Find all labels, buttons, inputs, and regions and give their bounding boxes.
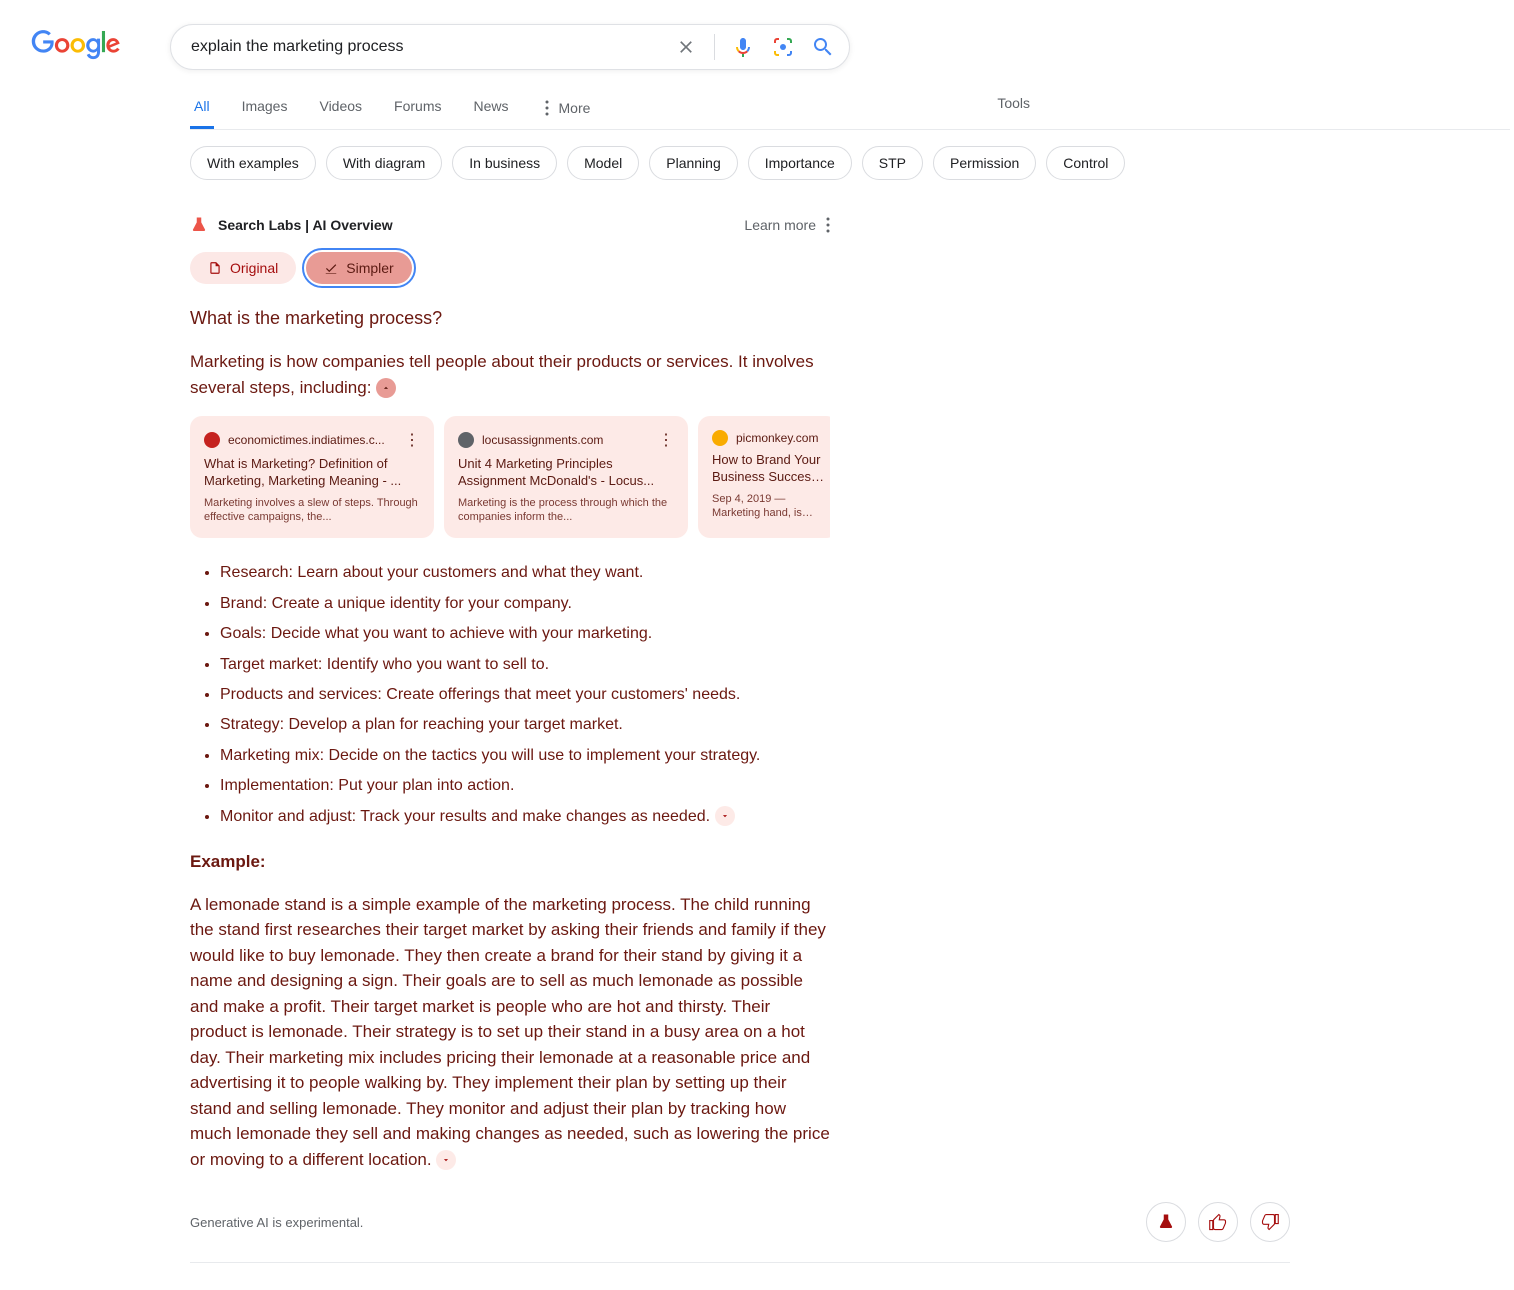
favicon-icon xyxy=(712,430,728,446)
tab-news[interactable]: News xyxy=(470,88,513,129)
filter-chips: With examples With diagram In business M… xyxy=(190,146,1514,180)
image-search-icon[interactable] xyxy=(771,35,795,59)
source-domain: picmonkey.com xyxy=(736,431,824,445)
chip[interactable]: Planning xyxy=(649,146,738,180)
favicon-icon xyxy=(204,432,220,448)
chip[interactable]: Control xyxy=(1046,146,1125,180)
chevron-down-icon[interactable] xyxy=(436,1150,456,1170)
example-heading: Example: xyxy=(190,852,830,872)
favicon-icon xyxy=(458,432,474,448)
thumbs-down-button[interactable] xyxy=(1250,1202,1290,1242)
list-item: Marketing mix: Decide on the tactics you… xyxy=(220,741,830,771)
tab-more[interactable]: More xyxy=(537,88,595,129)
more-vert-icon[interactable]: ⋮ xyxy=(658,430,674,450)
chip[interactable]: In business xyxy=(452,146,557,180)
example-body: A lemonade stand is a simple example of … xyxy=(190,892,830,1173)
check-icon xyxy=(324,261,338,275)
source-title: What is Marketing? Definition of Marketi… xyxy=(204,456,420,490)
search-icon[interactable] xyxy=(811,35,835,59)
source-title: Unit 4 Marketing Principles Assignment M… xyxy=(458,456,674,490)
ai-heading: What is the marketing process? xyxy=(190,308,830,329)
tools-button[interactable]: Tools xyxy=(997,95,1030,123)
simpler-toggle[interactable]: Simpler xyxy=(306,252,411,284)
more-vert-icon[interactable] xyxy=(826,217,830,233)
tab-forums[interactable]: Forums xyxy=(390,88,445,129)
voice-search-icon[interactable] xyxy=(731,35,755,59)
source-domain: locusassignments.com xyxy=(482,433,650,447)
chip[interactable]: STP xyxy=(862,146,923,180)
source-title: How to Brand Your Business Success - Pic… xyxy=(712,452,824,486)
chip[interactable]: Importance xyxy=(748,146,852,180)
more-vert-icon[interactable]: ⋮ xyxy=(404,430,420,450)
ai-disclaimer: Generative AI is experimental. xyxy=(190,1215,363,1230)
bullet-list: Research: Learn about your customers and… xyxy=(190,558,830,832)
source-snippet: Sep 4, 2019 — Marketing hand, is when yo… xyxy=(712,492,824,521)
more-vert-icon xyxy=(541,100,553,116)
flask-button[interactable] xyxy=(1146,1202,1186,1242)
chip[interactable]: With diagram xyxy=(326,146,442,180)
tab-images[interactable]: Images xyxy=(238,88,292,129)
ai-overview-title: Search Labs | AI Overview xyxy=(218,217,393,233)
document-icon xyxy=(208,261,222,275)
search-input[interactable] xyxy=(191,38,674,56)
list-item: Goals: Decide what you want to achieve w… xyxy=(220,619,830,649)
list-item: Brand: Create a unique identity for your… xyxy=(220,589,830,619)
list-item: Implementation: Put your plan into actio… xyxy=(220,771,830,801)
chip[interactable]: Model xyxy=(567,146,639,180)
source-card[interactable]: economictimes.indiatimes.c... ⋮ What is … xyxy=(190,416,434,538)
search-tabs: All Images Videos Forums News More xyxy=(190,88,594,129)
chevron-up-icon[interactable] xyxy=(376,378,396,398)
list-item: Strategy: Develop a plan for reaching yo… xyxy=(220,710,830,740)
source-snippet: Marketing is the process through which t… xyxy=(458,496,674,525)
flask-icon xyxy=(190,216,208,234)
search-bar[interactable] xyxy=(170,24,850,70)
source-domain: economictimes.indiatimes.c... xyxy=(228,433,396,447)
divider xyxy=(714,34,715,60)
chip[interactable]: With examples xyxy=(190,146,316,180)
chip[interactable]: Permission xyxy=(933,146,1036,180)
source-cards: economictimes.indiatimes.c... ⋮ What is … xyxy=(190,416,830,538)
list-item: Products and services: Create offerings … xyxy=(220,680,830,710)
tab-all[interactable]: All xyxy=(190,88,214,129)
source-card[interactable]: locusassignments.com ⋮ Unit 4 Marketing … xyxy=(444,416,688,538)
ai-intro: Marketing is how companies tell people a… xyxy=(190,349,830,400)
learn-more-link[interactable]: Learn more xyxy=(744,217,816,233)
chevron-down-icon[interactable] xyxy=(715,806,735,826)
google-logo[interactable] xyxy=(30,30,122,60)
clear-icon[interactable] xyxy=(674,35,698,59)
list-item: Monitor and adjust: Track your results a… xyxy=(220,802,830,832)
list-item: Target market: Identify who you want to … xyxy=(220,650,830,680)
source-snippet: Marketing involves a slew of steps. Thro… xyxy=(204,496,420,525)
tab-videos[interactable]: Videos xyxy=(315,88,366,129)
list-item: Research: Learn about your customers and… xyxy=(220,558,830,588)
original-toggle[interactable]: Original xyxy=(190,252,296,284)
thumbs-up-button[interactable] xyxy=(1198,1202,1238,1242)
source-card[interactable]: picmonkey.com How to Brand Your Business… xyxy=(698,416,830,538)
